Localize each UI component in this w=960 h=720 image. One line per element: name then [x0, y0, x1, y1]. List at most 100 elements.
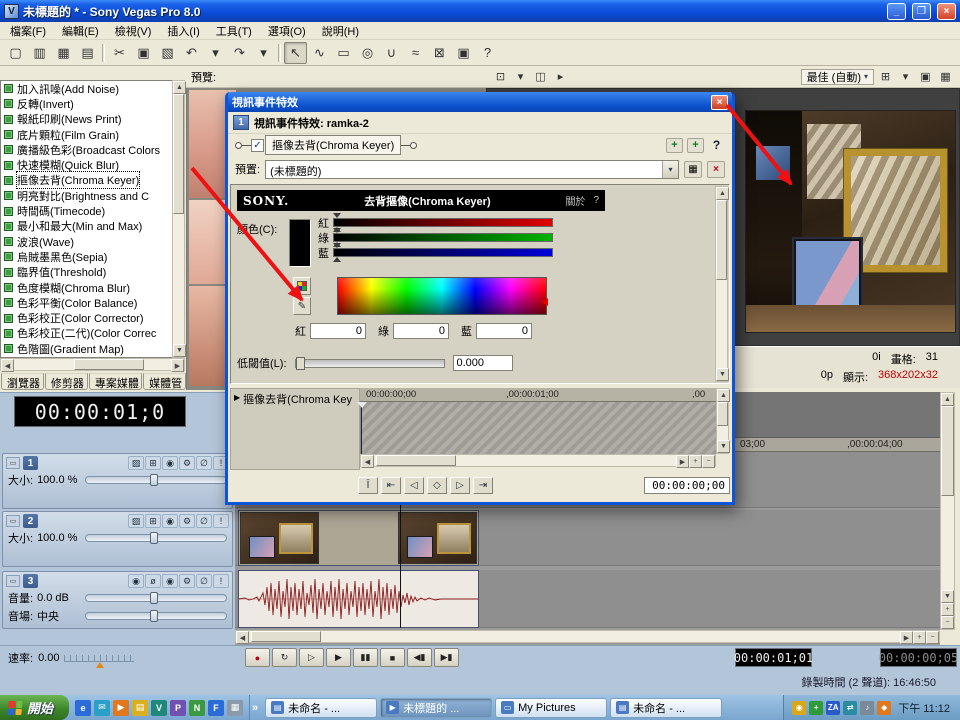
- plugin-enabled-checkbox[interactable]: ✓: [251, 139, 264, 152]
- lock-envelopes-icon[interactable]: ⊠: [428, 42, 451, 64]
- zoom-out-keyframes-button[interactable]: −: [702, 455, 715, 468]
- stop-button[interactable]: ■: [380, 648, 405, 667]
- minimize-track-icon[interactable]: ▭: [6, 457, 20, 469]
- plugin-list-item[interactable]: 反轉(Invert): [1, 96, 172, 111]
- tab-trimmer[interactable]: 修剪器: [45, 373, 88, 390]
- plugin-list-item[interactable]: 快速模糊(Quick Blur): [1, 157, 172, 172]
- scroll-up-button[interactable]: ▲: [717, 389, 730, 402]
- mute-icon[interactable]: ∅: [196, 456, 212, 470]
- delete-preset-icon[interactable]: ×: [707, 161, 725, 178]
- threshold-slider[interactable]: [295, 359, 445, 368]
- menu-edit[interactable]: 編輯(E): [54, 21, 107, 41]
- quick-launch-overflow-icon[interactable]: »: [250, 702, 260, 714]
- chevron-down-icon[interactable]: ▾: [662, 161, 678, 178]
- paste-icon[interactable]: ▧: [156, 42, 179, 64]
- insert-keyframe-icon[interactable]: ◇: [427, 477, 447, 494]
- plugin-list-item[interactable]: 色彩校正(Color Corrector): [1, 310, 172, 325]
- track-size-slider[interactable]: [85, 476, 227, 484]
- messenger-icon[interactable]: ◆: [877, 701, 891, 715]
- toolbar-separator[interactable]: [278, 44, 281, 62]
- plugin-list-item[interactable]: 色階圖(Gradient Map): [1, 341, 172, 356]
- mute-icon[interactable]: ∅: [196, 574, 212, 588]
- realtime-playback-icon[interactable]: ▸: [551, 68, 570, 86]
- scrollbar-thumb[interactable]: [173, 94, 184, 214]
- plugin-list-vscrollbar[interactable]: ▲ ▼: [172, 80, 185, 358]
- scroll-up-button[interactable]: ▲: [716, 187, 729, 200]
- slider-knob[interactable]: [150, 610, 158, 622]
- plugin-list-item[interactable]: 色彩校正(二代)(Color Correc: [1, 326, 172, 341]
- channel-value-input[interactable]: [310, 323, 366, 339]
- update-icon[interactable]: ◉: [792, 701, 806, 715]
- slider-knob[interactable]: [150, 474, 158, 486]
- first-keyframe-icon[interactable]: ⇤: [381, 477, 401, 494]
- save-snapshot-icon[interactable]: ▦: [936, 68, 955, 86]
- keyframe-cursor-time[interactable]: 00:00:00;00: [644, 477, 730, 494]
- mute-icon[interactable]: ∅: [196, 514, 212, 528]
- channel-slider[interactable]: [333, 233, 553, 242]
- zoom-edit-tool-icon[interactable]: ◎: [356, 42, 379, 64]
- close-button[interactable]: ×: [937, 3, 956, 20]
- minimize-track-icon[interactable]: ▭: [6, 515, 20, 527]
- scrollbar-thumb[interactable]: [74, 359, 144, 370]
- scrollbar-thumb[interactable]: [941, 406, 954, 496]
- threshold-input[interactable]: [453, 355, 513, 371]
- plugin-list-item[interactable]: 最小和最大(Min and Max): [1, 219, 172, 234]
- keyframe-cursor[interactable]: [361, 402, 362, 454]
- toolbar-separator[interactable]: [102, 44, 105, 62]
- scroll-right-button[interactable]: ▶: [900, 631, 913, 644]
- plugin-list-item[interactable]: 色彩平衡(Color Balance): [1, 295, 172, 310]
- minimize-button[interactable]: _: [887, 3, 906, 20]
- ignore-event-grouping-icon[interactable]: ▣: [452, 42, 475, 64]
- track-motion-icon[interactable]: ⊞: [145, 456, 161, 470]
- menu-file[interactable]: 檔案(F): [2, 21, 54, 41]
- about-link[interactable]: 關於: [565, 193, 585, 208]
- scroll-down-button[interactable]: ▼: [716, 368, 729, 381]
- project-properties-icon[interactable]: ▤: [76, 42, 99, 64]
- plugin-chain-help-icon[interactable]: ?: [708, 138, 725, 153]
- ime-language-icon[interactable]: ZA: [826, 701, 840, 715]
- zoom-in-timeline-button[interactable]: +: [913, 631, 926, 644]
- envelope-edit-tool-icon[interactable]: ∿: [308, 42, 331, 64]
- scrollbar-thumb[interactable]: [376, 455, 456, 466]
- go-to-start-button[interactable]: ◀▮: [407, 648, 432, 667]
- vegas-icon[interactable]: V: [151, 700, 167, 716]
- track-pan-slider[interactable]: [85, 612, 227, 620]
- track-motion-icon[interactable]: ⊞: [145, 514, 161, 528]
- channel-slider[interactable]: [333, 248, 553, 257]
- sync-cursor-icon[interactable]: Ī: [358, 477, 378, 494]
- minimize-track-icon[interactable]: ▭: [6, 575, 20, 587]
- save-project-icon[interactable]: ▦: [52, 42, 75, 64]
- track-header-1[interactable]: ▭ 1 ▨⊞◉⚙∅! 大小: 100.0 %: [2, 453, 233, 509]
- notes-icon[interactable]: N: [189, 700, 205, 716]
- channel-slider[interactable]: [333, 218, 553, 227]
- window-titlebar[interactable]: V 未標題的 * - Sony Vegas Pro 8.0 _ ❐ ×: [0, 0, 960, 22]
- zoom-in-tracks-button[interactable]: +: [941, 603, 954, 616]
- taskbar-window-button[interactable]: ▤ 未命名 - ...: [265, 698, 377, 718]
- playhead-time-display[interactable]: 00:00:01;01: [735, 648, 812, 667]
- expand-icon[interactable]: ▶: [234, 393, 240, 402]
- new-project-icon[interactable]: ▢: [4, 42, 27, 64]
- slider-knob[interactable]: [296, 357, 305, 370]
- video-event-clip[interactable]: [238, 510, 479, 566]
- plugin-list-item[interactable]: 色度模糊(Chroma Blur): [1, 280, 172, 295]
- keyframe-timeline[interactable]: [360, 402, 716, 454]
- channel-value-input[interactable]: [476, 323, 532, 339]
- taskbar-window-button[interactable]: ▶ 未標題的 ...: [380, 698, 492, 718]
- preset-combobox[interactable]: (未標題的) ▾: [265, 160, 679, 179]
- copy-snapshot-icon[interactable]: ▣: [916, 68, 935, 86]
- dialog-close-button[interactable]: ×: [711, 95, 728, 110]
- keyframe-ruler[interactable]: 00:00:00;00,00:00:01;00,00: [360, 388, 716, 402]
- chain-plugin-button[interactable]: 摳像去背(Chroma Keyer): [265, 135, 401, 155]
- plugin-list-item[interactable]: 烏賊墨黑色(Sepia): [1, 249, 172, 264]
- overlays-grid-icon[interactable]: ⊞: [876, 68, 895, 86]
- scroll-left-button[interactable]: ◀: [236, 631, 249, 644]
- media-player-icon[interactable]: ▶: [113, 700, 129, 716]
- play-button[interactable]: ▶: [326, 648, 351, 667]
- menu-options[interactable]: 選項(O): [260, 21, 314, 41]
- invert-phase-icon[interactable]: ø: [145, 574, 161, 588]
- scroll-up-button[interactable]: ▲: [173, 81, 186, 94]
- plugin-help-link[interactable]: ?: [593, 195, 599, 206]
- track-fx-icon[interactable]: ⚙: [179, 514, 195, 528]
- plugin-list-item[interactable]: 加入訊噪(Add Noise): [1, 81, 172, 96]
- mail-icon[interactable]: ✉: [94, 700, 110, 716]
